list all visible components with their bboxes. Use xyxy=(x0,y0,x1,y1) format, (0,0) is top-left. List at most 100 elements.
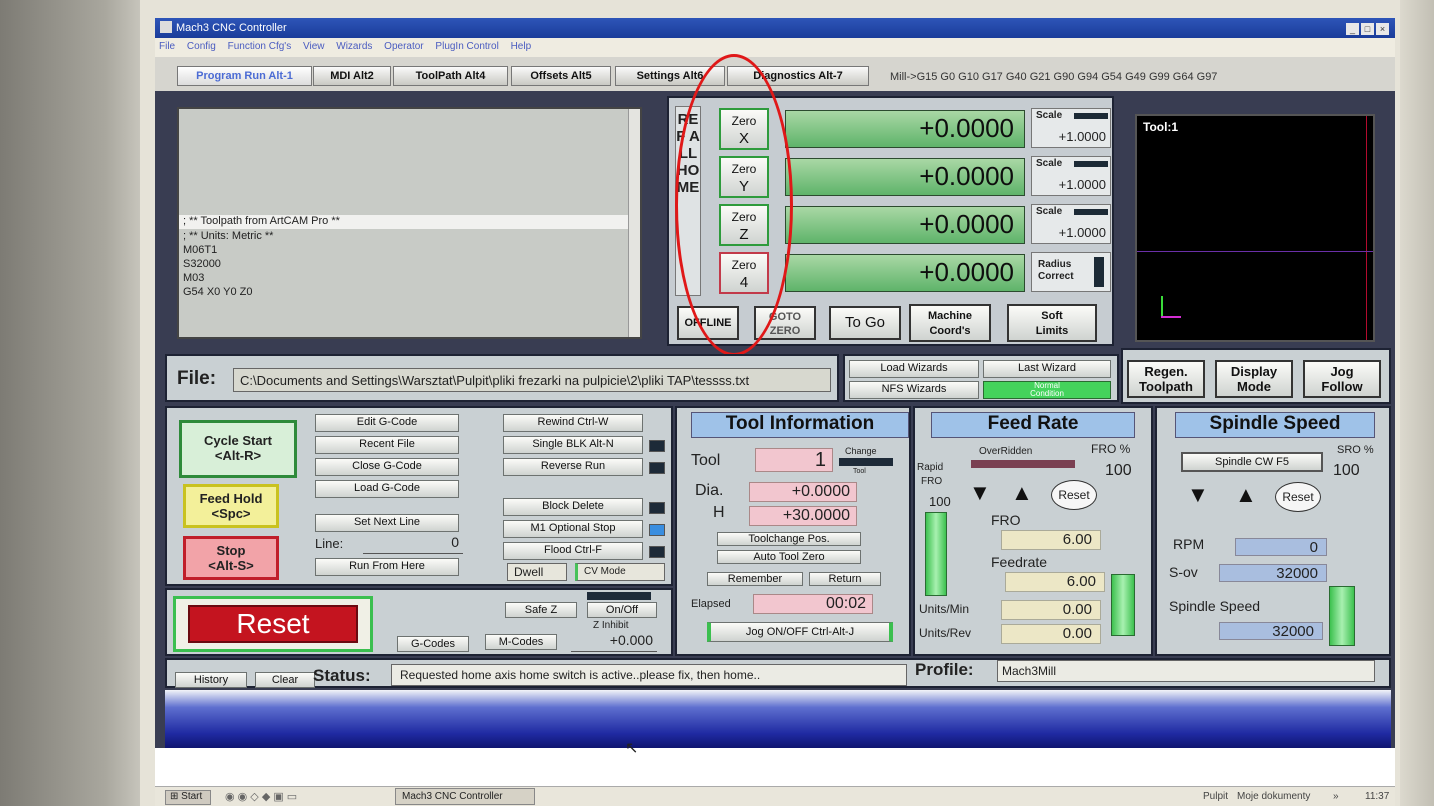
menu-function-cfgs[interactable]: Function Cfg's xyxy=(228,41,292,52)
auto-tool-zero-button[interactable]: Auto Tool Zero xyxy=(717,550,861,564)
follow-label: Follow xyxy=(1321,379,1363,394)
view-buttons-panel: Regen. Toolpath Display Mode Jog Follow xyxy=(1121,348,1391,404)
limits-label: Limits xyxy=(1035,325,1069,337)
scale-z[interactable]: Scale +1.0000 xyxy=(1031,204,1111,244)
close-gcode-button[interactable]: Close G-Code xyxy=(315,458,459,476)
edit-gcode-button[interactable]: Edit G-Code xyxy=(315,414,459,432)
spindle-cw-button[interactable]: Spindle CW F5 xyxy=(1181,452,1323,472)
nfs-wizards-button[interactable]: NFS Wizards xyxy=(849,381,979,399)
reset-button[interactable]: Reset xyxy=(188,605,358,643)
display-mode-button[interactable]: Display Mode xyxy=(1215,360,1293,398)
maximize-icon[interactable]: □ xyxy=(1361,23,1374,35)
taskbar-task-mach3[interactable]: Mach3 CNC Controller xyxy=(395,788,535,805)
regen-toolpath-button[interactable]: Regen. Toolpath xyxy=(1127,360,1205,398)
scale-x[interactable]: Scale +1.0000 xyxy=(1031,108,1111,148)
recent-file-button[interactable]: Recent File xyxy=(315,436,459,454)
tab-mdi[interactable]: MDI Alt2 xyxy=(313,66,391,86)
rapid-fro-slider[interactable] xyxy=(925,512,947,596)
change-label: Change xyxy=(845,446,877,456)
z-inhibit-onoff-button[interactable]: On/Off xyxy=(587,602,657,618)
history-button[interactable]: History xyxy=(175,672,247,688)
last-wizard-button[interactable]: Last Wizard xyxy=(983,360,1111,378)
block-delete-button[interactable]: Block Delete xyxy=(503,498,643,516)
line-field[interactable]: 0 xyxy=(363,534,463,554)
file-path-field[interactable]: C:\Documents and Settings\Warsztat\Pulpi… xyxy=(233,368,831,392)
fro-field[interactable]: 6.00 xyxy=(1001,530,1101,550)
mcodes-button[interactable]: M-Codes xyxy=(485,634,557,650)
gcode-listing[interactable]: ; ** Toolpath from ArtCAM Pro ** ; ** Un… xyxy=(177,107,642,339)
load-gcode-button[interactable]: Load G-Code xyxy=(315,480,459,498)
tray-expand-icon[interactable]: » xyxy=(1333,791,1339,802)
fro-up-arrow-icon[interactable]: ▲ xyxy=(1011,482,1033,504)
tray-moje-dokumenty[interactable]: Moje dokumenty xyxy=(1237,791,1310,802)
radius-correct-button[interactable]: Radius Correct xyxy=(1031,252,1111,292)
toolpath-display[interactable]: Tool:1 xyxy=(1135,114,1375,342)
menu-plugin-control[interactable]: PlugIn Control xyxy=(435,41,498,52)
dro-x[interactable]: +0.0000 xyxy=(785,110,1025,148)
menu-file[interactable]: File xyxy=(159,41,175,52)
coords-label: Coord's xyxy=(929,325,971,337)
stop-button[interactable]: Stop <Alt-S> xyxy=(183,536,279,580)
cycle-start-button[interactable]: Cycle Start <Alt-R> xyxy=(179,420,297,478)
menu-config[interactable]: Config xyxy=(187,41,216,52)
single-block-button[interactable]: Single BLK Alt-N xyxy=(503,436,643,454)
sro-up-arrow-icon[interactable]: ▲ xyxy=(1235,484,1257,506)
sro-reset-button[interactable]: Reset xyxy=(1275,482,1321,512)
jog-follow-button[interactable]: Jog Follow xyxy=(1303,360,1381,398)
menu-bar: File Config Function Cfg's View Wizards … xyxy=(155,38,1395,57)
dro-y[interactable]: +0.0000 xyxy=(785,158,1025,196)
tool-number-field[interactable]: 1 xyxy=(755,448,833,472)
rewind-button[interactable]: Rewind Ctrl-W xyxy=(503,414,643,432)
toolchange-pos-button[interactable]: Toolchange Pos. xyxy=(717,532,861,546)
scale-y[interactable]: Scale +1.0000 xyxy=(1031,156,1111,196)
line-label: Line: xyxy=(315,536,344,551)
quick-launch-icons[interactable]: ◉ ◉ ◇ ◆ ▣ ▭ xyxy=(225,790,297,803)
dro-z[interactable]: +0.0000 xyxy=(785,206,1025,244)
feedrate-field[interactable]: 6.00 xyxy=(1005,572,1105,592)
start-button[interactable]: ⊞ Start xyxy=(165,790,211,805)
menu-view[interactable]: View xyxy=(303,41,325,52)
run-from-here-button[interactable]: Run From Here xyxy=(315,558,459,576)
return-button[interactable]: Return xyxy=(809,572,881,586)
flood-button[interactable]: Flood Ctrl-F xyxy=(503,542,643,560)
m1-optional-stop-button[interactable]: M1 Optional Stop xyxy=(503,520,643,538)
feedrate-slider[interactable] xyxy=(1111,574,1135,636)
menu-operator[interactable]: Operator xyxy=(384,41,423,52)
tab-program-run[interactable]: Program Run Alt-1 xyxy=(177,66,312,86)
spindle-speed-slider[interactable] xyxy=(1329,586,1355,646)
soft-limits-button[interactable]: Soft Limits xyxy=(1007,304,1097,342)
machine-coords-button[interactable]: Machine Coord's xyxy=(909,304,991,342)
to-go-button[interactable]: To Go xyxy=(829,306,901,340)
profile-label: Profile: xyxy=(915,660,974,679)
spindle-speed-field[interactable]: 32000 xyxy=(1219,622,1323,640)
gcode-scrollbar[interactable] xyxy=(628,109,640,337)
remember-button[interactable]: Remember xyxy=(707,572,803,586)
feed-hold-button[interactable]: Feed Hold <Spc> xyxy=(183,484,279,528)
app-icon xyxy=(160,21,172,33)
dro-4[interactable]: +0.0000 xyxy=(785,254,1025,292)
normal-condition-button[interactable]: Normal Condition xyxy=(983,381,1111,399)
close-icon[interactable]: × xyxy=(1376,23,1389,35)
set-next-line-button[interactable]: Set Next Line xyxy=(315,514,459,532)
sro-down-arrow-icon[interactable]: ▼ xyxy=(1187,484,1209,506)
tab-offsets[interactable]: Offsets Alt5 xyxy=(511,66,611,86)
gcodes-button[interactable]: G-Codes xyxy=(397,636,469,652)
toolpath-axis-line xyxy=(1366,116,1367,340)
tool-height-field[interactable]: +30.0000 xyxy=(749,506,857,526)
tool-diameter-field[interactable]: +0.0000 xyxy=(749,482,857,502)
minimize-icon[interactable]: _ xyxy=(1346,23,1359,35)
fro-percent-value: 100 xyxy=(1105,462,1132,479)
desktop-strip xyxy=(155,748,1395,786)
fro-down-arrow-icon[interactable]: ▼ xyxy=(969,482,991,504)
tray-pulpit[interactable]: Pulpit xyxy=(1203,791,1228,802)
load-wizards-button[interactable]: Load Wizards xyxy=(849,360,979,378)
tab-toolpath[interactable]: ToolPath Alt4 xyxy=(393,66,508,86)
fro-reset-button[interactable]: Reset xyxy=(1051,480,1097,510)
menu-wizards[interactable]: Wizards xyxy=(336,41,372,52)
jog-toggle-button[interactable]: Jog ON/OFF Ctrl-Alt-J xyxy=(707,622,893,642)
clear-button[interactable]: Clear xyxy=(255,672,315,688)
z-inhibit-value[interactable]: +0.000 xyxy=(571,632,657,652)
menu-help[interactable]: Help xyxy=(511,41,532,52)
reverse-run-button[interactable]: Reverse Run xyxy=(503,458,643,476)
safe-z-button[interactable]: Safe Z xyxy=(505,602,577,618)
